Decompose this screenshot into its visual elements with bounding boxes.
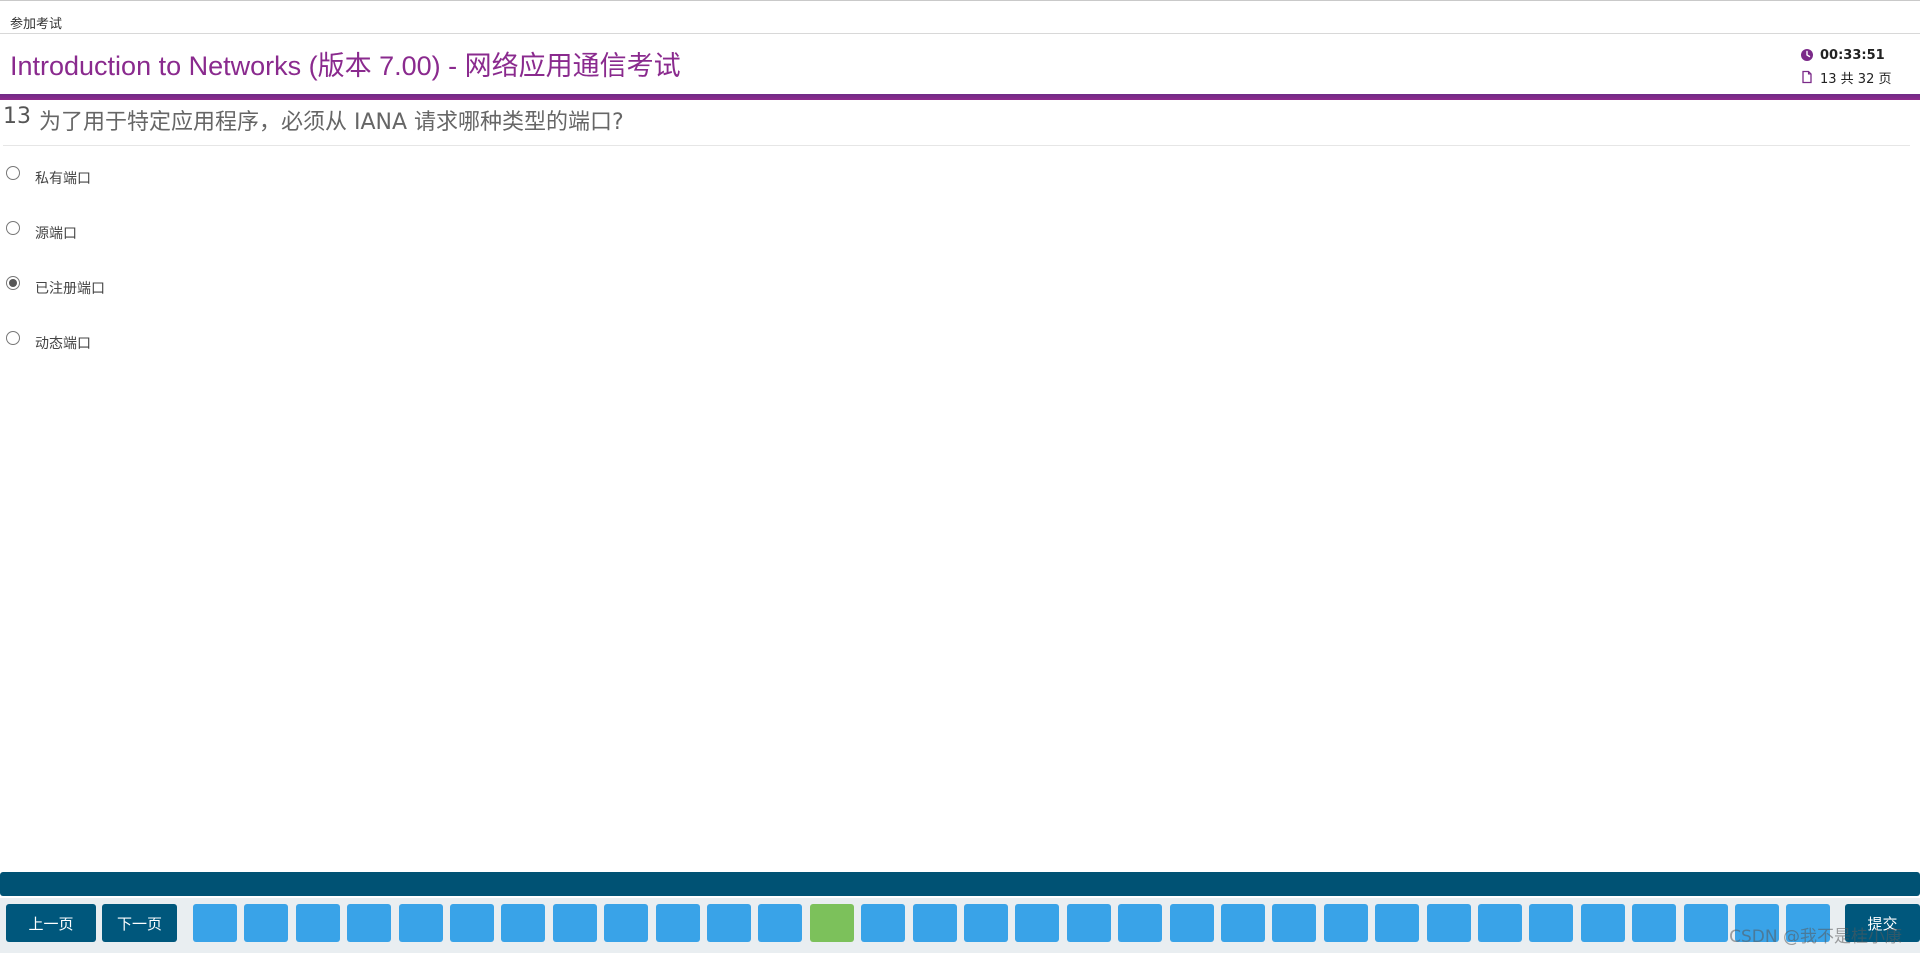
question-box[interactable] bbox=[1272, 904, 1316, 942]
question-box[interactable] bbox=[604, 904, 648, 942]
question-box[interactable] bbox=[347, 904, 391, 942]
question-text: 为了用于特定应用程序，必须从 IANA 请求哪种类型的端口? bbox=[39, 110, 624, 135]
exam-header: Introduction to Networks (版本 7.00) - 网络应… bbox=[0, 34, 1920, 94]
question-box[interactable] bbox=[244, 904, 288, 942]
timer-value: 00:33:51 bbox=[1820, 47, 1885, 63]
question-box[interactable] bbox=[964, 904, 1008, 942]
question-box[interactable] bbox=[1632, 904, 1676, 942]
radio-button[interactable] bbox=[6, 221, 20, 235]
question-box[interactable] bbox=[399, 904, 443, 942]
page-indicator-row: 13 共 32 页 bbox=[1800, 66, 1910, 88]
question-box[interactable] bbox=[861, 904, 905, 942]
option-dynamic-port[interactable]: 动态端口 bbox=[0, 325, 800, 380]
watermark: CSDN @我不是桂小康 bbox=[1729, 927, 1902, 947]
question-box[interactable] bbox=[553, 904, 597, 942]
option-label: 私有端口 bbox=[35, 171, 91, 187]
question-box[interactable] bbox=[1581, 904, 1625, 942]
breadcrumb: 参加考试 bbox=[10, 17, 63, 32]
question-number: 13 bbox=[3, 104, 31, 129]
clock-icon bbox=[1801, 49, 1813, 61]
option-registered-port[interactable]: 已注册端口 bbox=[0, 270, 800, 325]
exam-page: 参加考试 Introduction to Networks (版本 7.00) … bbox=[0, 0, 1920, 953]
page-indicator: 13 共 32 页 bbox=[1820, 71, 1892, 87]
answer-options: 私有端口 源端口 已注册端口 动态端口 bbox=[0, 160, 800, 380]
document-icon bbox=[1802, 70, 1812, 84]
question-box[interactable] bbox=[1221, 904, 1265, 942]
top-breadcrumb-bar: 参加考试 bbox=[0, 0, 1920, 34]
question-box[interactable] bbox=[501, 904, 545, 942]
option-private-port[interactable]: 私有端口 bbox=[0, 160, 800, 215]
question-box-current[interactable] bbox=[810, 904, 854, 942]
question-box[interactable] bbox=[758, 904, 802, 942]
question-box[interactable] bbox=[707, 904, 751, 942]
option-label: 源端口 bbox=[35, 226, 77, 242]
question-box[interactable] bbox=[1015, 904, 1059, 942]
question-box[interactable] bbox=[1427, 904, 1471, 942]
question-box[interactable] bbox=[1375, 904, 1419, 942]
exam-title: Introduction to Networks (版本 7.00) - 网络应… bbox=[10, 51, 681, 81]
question-box[interactable] bbox=[1170, 904, 1214, 942]
radio-button[interactable] bbox=[6, 166, 20, 180]
option-source-port[interactable]: 源端口 bbox=[0, 215, 800, 270]
previous-page-button[interactable]: 上一页 bbox=[6, 904, 96, 942]
question-box[interactable] bbox=[913, 904, 957, 942]
radio-button[interactable] bbox=[6, 276, 20, 290]
question-box[interactable] bbox=[656, 904, 700, 942]
option-label: 已注册端口 bbox=[35, 281, 105, 297]
radio-button[interactable] bbox=[6, 331, 20, 345]
question-box[interactable] bbox=[1529, 904, 1573, 942]
question-box[interactable] bbox=[1324, 904, 1368, 942]
timer-row: 00:33:51 bbox=[1800, 44, 1910, 66]
exam-meta: 00:33:51 13 共 32 页 bbox=[1800, 44, 1910, 88]
question-box[interactable] bbox=[450, 904, 494, 942]
navigation-strip bbox=[0, 872, 1920, 896]
question-box[interactable] bbox=[1478, 904, 1522, 942]
option-label: 动态端口 bbox=[35, 336, 91, 352]
question-box[interactable] bbox=[1684, 904, 1728, 942]
next-page-button[interactable]: 下一页 bbox=[102, 904, 177, 942]
question-box[interactable] bbox=[296, 904, 340, 942]
question-navigator bbox=[193, 904, 1833, 942]
question-box[interactable] bbox=[1118, 904, 1162, 942]
question-box[interactable] bbox=[193, 904, 237, 942]
question-box[interactable] bbox=[1067, 904, 1111, 942]
bottom-navigation-bar: 上一页 下一页 提交 bbox=[0, 898, 1920, 953]
question-heading: 13 为了用于特定应用程序，必须从 IANA 请求哪种类型的端口? bbox=[3, 100, 1910, 146]
